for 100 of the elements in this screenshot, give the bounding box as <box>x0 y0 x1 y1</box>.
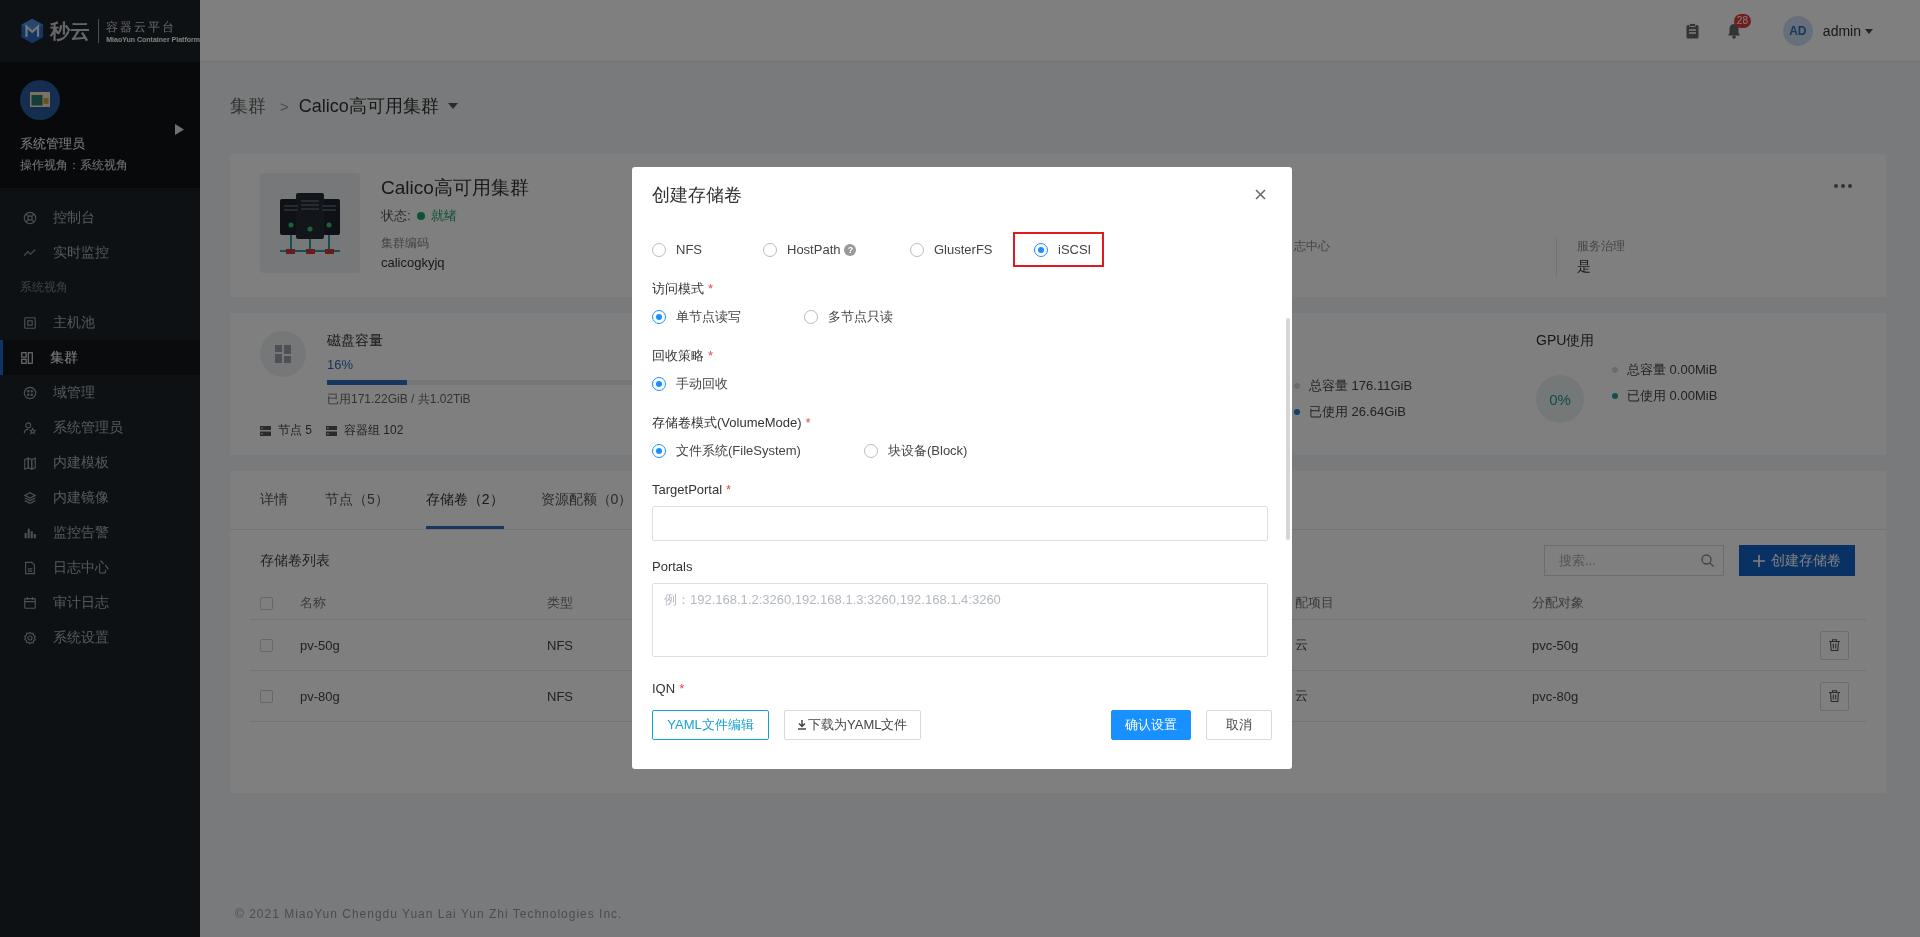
stat-label: 容器组 102 <box>344 422 404 439</box>
text-area[interactable]: 例：192.168.1.2:3260,192.168.1.3:3260,192.168.1.4:3260 <box>652 583 1268 657</box>
radio-option[interactable]: 单节点读写 <box>652 307 804 327</box>
download-button[interactable]: 下载为YAML文件 <box>784 710 922 740</box>
caret-icon[interactable] <box>447 103 458 109</box>
checkbox[interactable] <box>260 689 273 703</box>
trash-icon <box>1829 639 1840 651</box>
radio-button[interactable] <box>652 377 666 391</box>
settings-icon <box>23 630 37 645</box>
square-icon <box>23 315 37 330</box>
notification-badge: 28 <box>1733 14 1751 28</box>
create-button[interactable]: 创建存储卷 <box>1739 545 1855 576</box>
column-header: 分配对象 <box>1532 595 1584 610</box>
radio-option[interactable]: 块设备(Block) <box>864 441 1004 461</box>
sidebar-item[interactable]: 系统管理员 <box>0 410 200 445</box>
sidebar-item[interactable]: 监控告警 <box>0 515 200 550</box>
calendar-icon <box>23 595 37 610</box>
sidebar-item[interactable]: 日志中心 <box>0 550 200 585</box>
required-mark: * <box>708 280 714 298</box>
stat-label: 节点 5 <box>278 422 312 439</box>
map-icon <box>23 455 37 470</box>
scrollbar-thumb[interactable] <box>1286 318 1290 540</box>
avatar-icon <box>20 80 60 120</box>
tab[interactable]: 详情 <box>260 471 288 529</box>
search-icon <box>1701 554 1714 567</box>
tab[interactable]: 存储卷（2） <box>425 471 504 529</box>
checkbox[interactable] <box>260 638 273 652</box>
plus-icon <box>1753 554 1765 567</box>
radio-option[interactable]: NFS <box>652 240 763 260</box>
radio-button[interactable] <box>652 444 666 458</box>
radio-option[interactable]: HostPath ? <box>763 240 910 260</box>
confirm-button[interactable]: 确认设置 <box>1111 710 1191 740</box>
sidebar-item[interactable]: 主机池 <box>0 305 200 340</box>
bell-icon[interactable] <box>1726 23 1741 39</box>
checkbox[interactable] <box>260 596 273 610</box>
view-label: 操作视角：系统视角 <box>20 157 129 174</box>
brand-name: 秒云 <box>49 18 90 44</box>
user-star-icon <box>23 420 37 435</box>
usage-percent: 16% <box>327 356 354 374</box>
status-label: 状态: <box>381 207 411 225</box>
usage-text: 已用171.22GiB / 共1.02TiB <box>327 391 471 408</box>
table-cell: pv-80g <box>300 688 340 704</box>
table-cell: 云 <box>1295 688 1308 703</box>
sidebar-item[interactable]: 内建模板 <box>0 445 200 480</box>
sidebar-item[interactable]: 审计日志 <box>0 585 200 620</box>
radio-button[interactable] <box>652 310 666 324</box>
sidebar-item[interactable]: 系统设置 <box>0 620 200 655</box>
radio-option[interactable]: iSCSI <box>1034 240 1124 260</box>
card-title: GPU使用 <box>1536 331 1596 349</box>
tab[interactable]: 资源配额（0） <box>540 471 633 529</box>
field-label: TargetPortal <box>652 481 723 499</box>
field-label: IQN <box>652 680 676 698</box>
sidebar-item[interactable]: 集群 <box>0 340 200 375</box>
delete-button[interactable] <box>1820 630 1849 660</box>
triangle-icon[interactable] <box>175 124 184 135</box>
sidebar-item[interactable]: 域管理 <box>0 375 200 410</box>
radio-option[interactable]: 手动回收 <box>652 374 752 394</box>
field-value: 是 <box>1577 258 1592 276</box>
user-menu[interactable]: admin <box>1822 23 1873 39</box>
grid-icon <box>20 350 34 365</box>
cancel-button[interactable]: 取消 <box>1206 710 1272 740</box>
dotted-circle-icon <box>23 385 37 400</box>
product-name: 容器云平台 <box>106 19 178 36</box>
clipboard-icon[interactable] <box>1685 23 1699 39</box>
radio-option[interactable]: GlusterFS <box>910 240 1034 260</box>
sidebar-item[interactable]: 内建镜像 <box>0 480 200 515</box>
field-label: 回收策略 <box>652 347 704 365</box>
radio-option[interactable]: 文件系统(FileSystem) <box>652 441 864 461</box>
sidebar-item[interactable]: 控制台 <box>0 200 200 235</box>
radio-button[interactable] <box>1034 243 1048 257</box>
table-cell: NFS <box>547 688 573 704</box>
edit-button[interactable]: YAML文件编辑 <box>652 710 769 740</box>
layers-icon <box>23 490 37 505</box>
avatar[interactable]: AD <box>1782 16 1813 46</box>
field-label: 存储卷模式(VolumeMode) <box>652 414 802 432</box>
tab[interactable]: 节点（5） <box>325 471 389 529</box>
help-icon[interactable]: ? <box>844 244 857 256</box>
blocks-icon <box>260 331 306 377</box>
radio-button[interactable] <box>652 243 666 257</box>
radio-button[interactable] <box>804 310 818 324</box>
radio-button[interactable] <box>763 243 777 257</box>
card-title: 磁盘容量 <box>327 331 383 349</box>
close-icon[interactable] <box>1255 189 1266 200</box>
section-title: 存储卷列表 <box>260 551 330 570</box>
more-icon[interactable] <box>1834 184 1852 188</box>
breadcrumb-current[interactable]: Calico高可用集群 <box>298 94 439 118</box>
server-icon <box>260 425 271 436</box>
table-cell: pvc-50g <box>1532 637 1579 653</box>
download-icon <box>798 720 806 730</box>
required-mark: * <box>805 414 811 432</box>
sidebar-item[interactable]: 实时监控 <box>0 235 200 270</box>
legend-label: 已使用 0.00MiB <box>1627 387 1718 405</box>
breadcrumb-link[interactable]: 集群 <box>230 94 266 118</box>
delete-button[interactable] <box>1820 681 1849 711</box>
radio-button[interactable] <box>864 444 878 458</box>
radio-button[interactable] <box>910 243 924 257</box>
gpu-percent: 0% <box>1536 375 1584 423</box>
input-field[interactable] <box>652 506 1268 541</box>
radio-option[interactable]: 多节点只读 <box>804 307 904 327</box>
field-value: calicogkyjq <box>381 255 446 270</box>
